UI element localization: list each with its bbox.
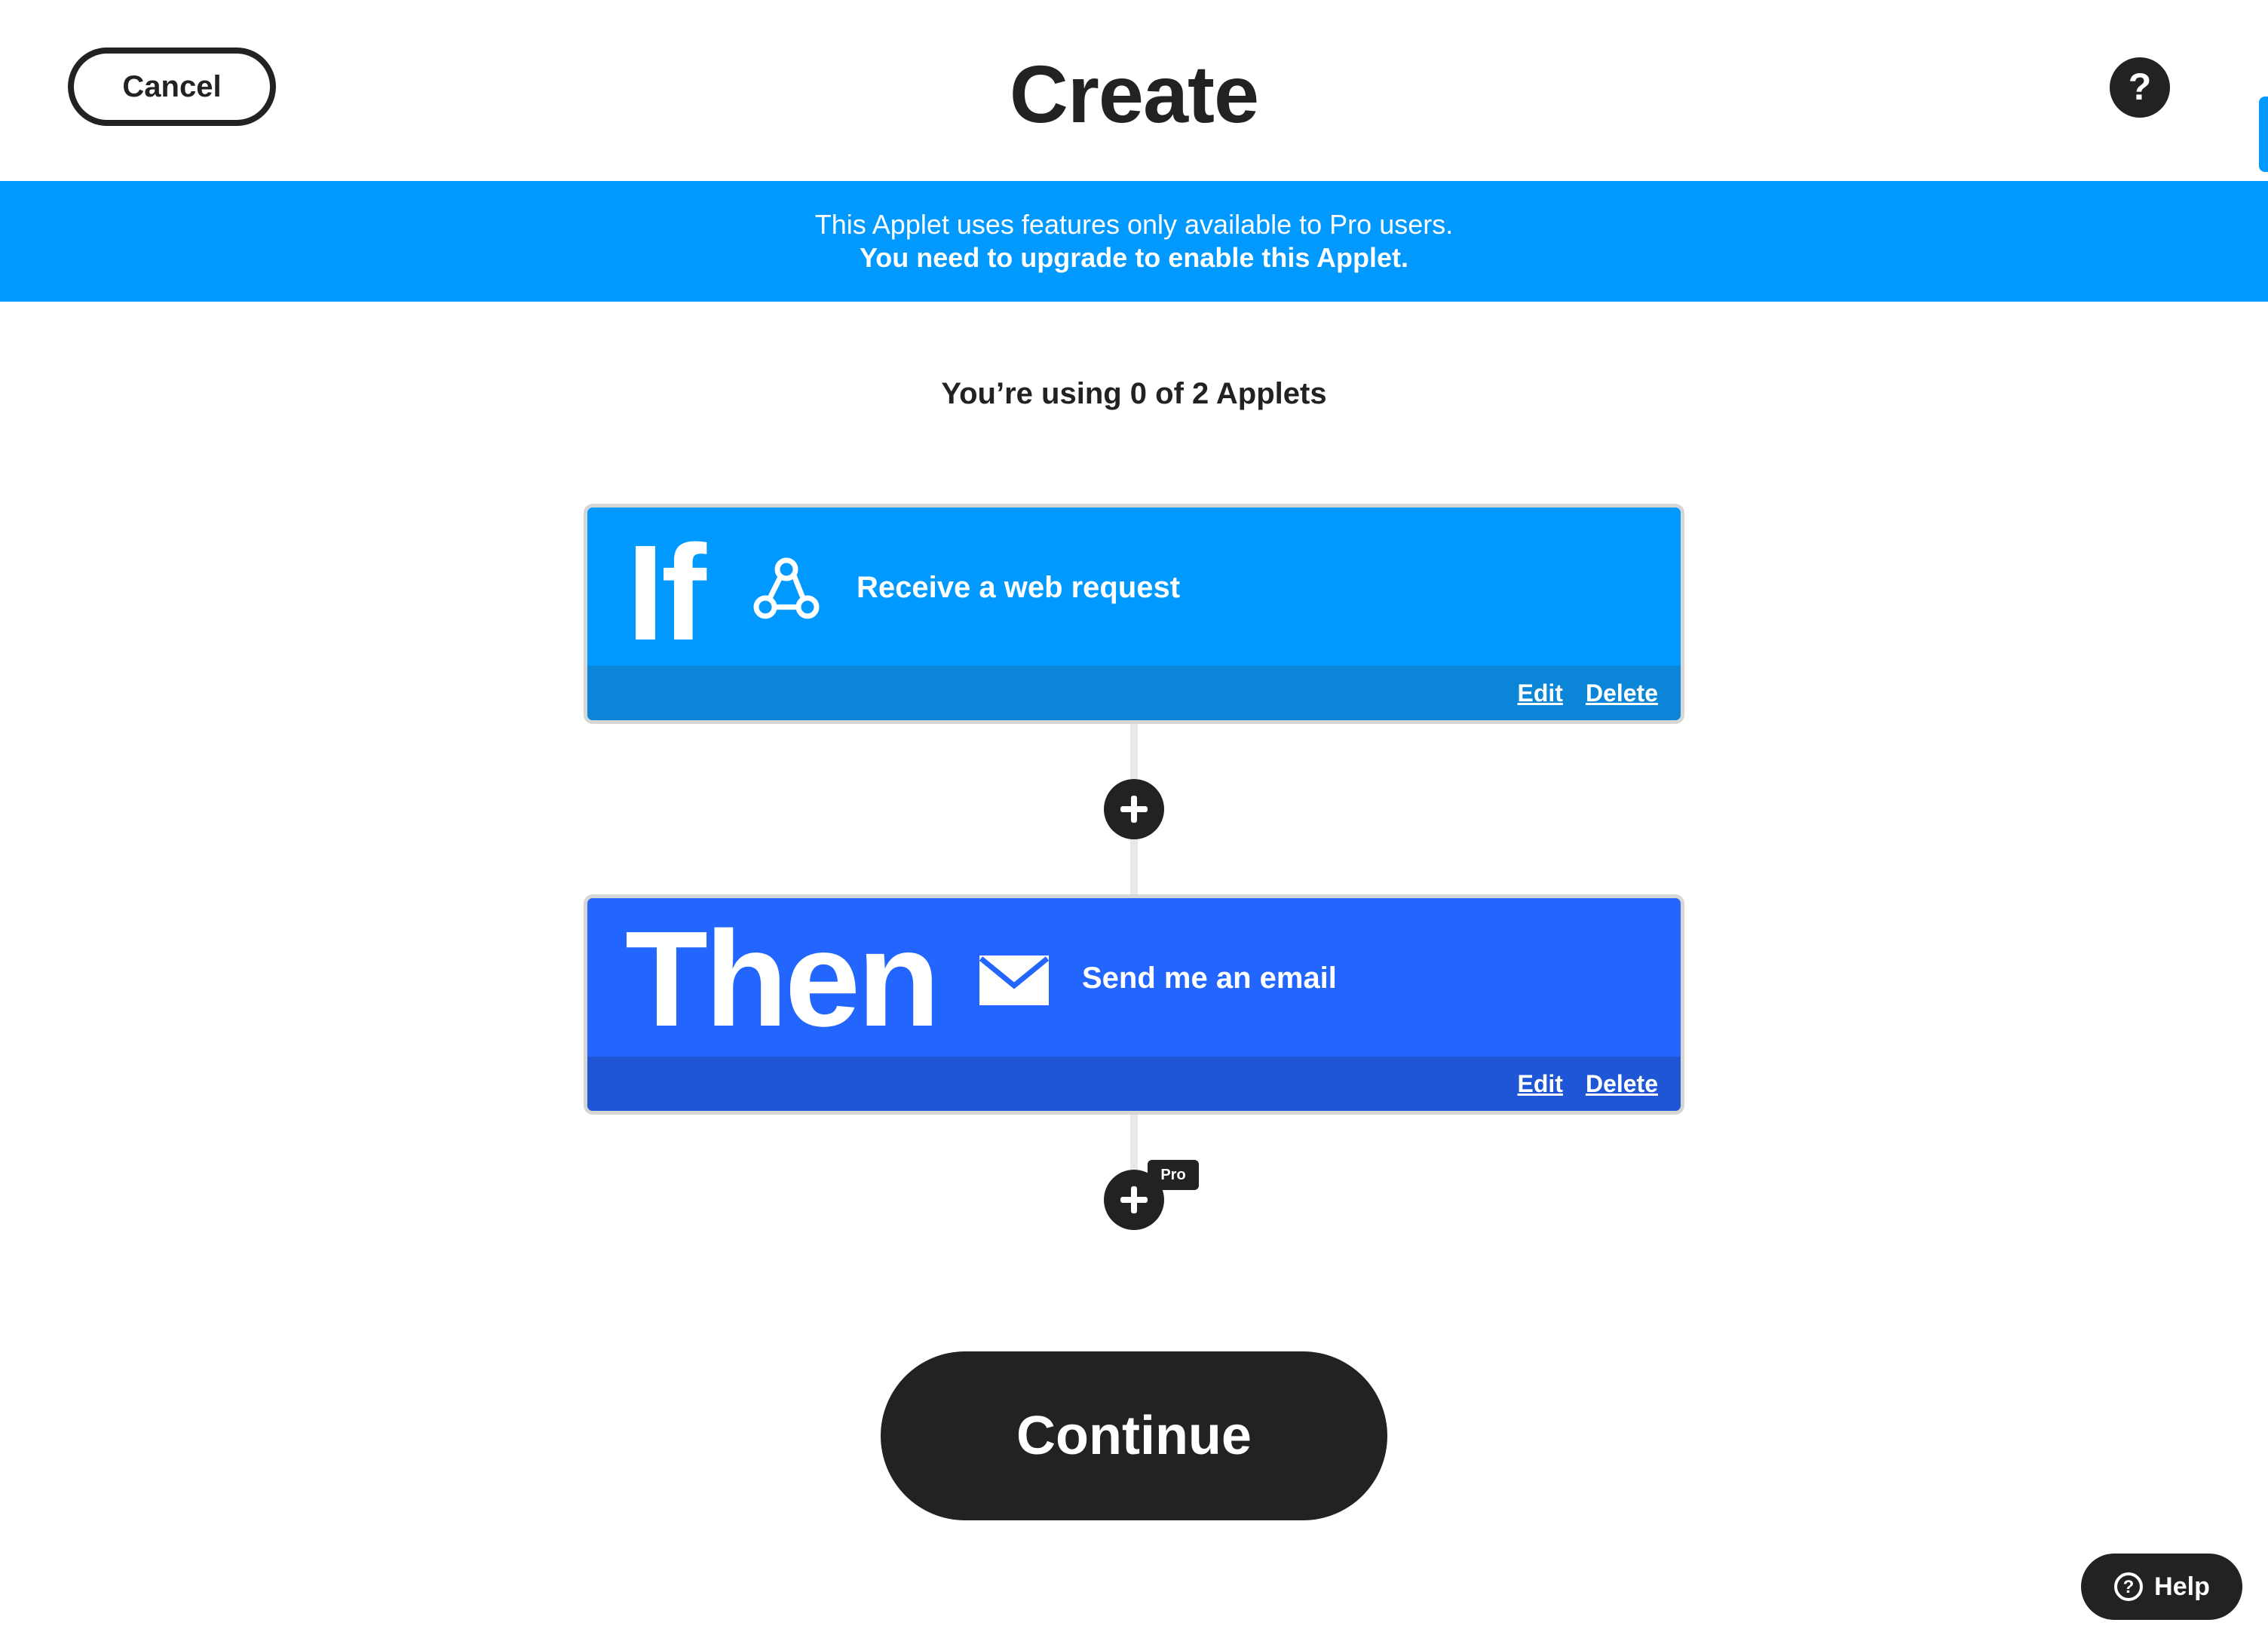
side-edge-tab[interactable]	[2259, 97, 2268, 172]
webhook-icon	[750, 554, 823, 627]
question-circle-icon: ?	[2114, 1572, 2144, 1601]
then-action-card[interactable]: Then Send me an email Edit Delete	[584, 894, 1684, 1115]
if-trigger-card[interactable]: If Receive a web request Edit Delete	[584, 504, 1684, 724]
pro-upgrade-banner: This Applet uses features only available…	[0, 181, 2268, 302]
svg-text:?: ?	[2129, 66, 2152, 108]
then-action-label: Send me an email	[1082, 962, 1337, 995]
plus-icon	[1120, 1186, 1148, 1213]
if-keyword: If	[627, 517, 706, 669]
page-title: Create	[1009, 48, 1259, 140]
if-trigger-label: Receive a web request	[857, 571, 1181, 604]
banner-line-1: This Applet uses features only available…	[814, 209, 1454, 240]
plus-icon	[1120, 796, 1148, 823]
then-keyword: Then	[625, 903, 940, 1055]
banner-line-2: You need to upgrade to enable this Apple…	[859, 242, 1409, 273]
if-edit-link[interactable]: Edit	[1518, 679, 1563, 707]
envelope-icon	[979, 955, 1050, 1005]
svg-text:?: ?	[2123, 1577, 2135, 1597]
continue-button[interactable]: Continue	[881, 1351, 1387, 1520]
if-delete-link[interactable]: Delete	[1586, 679, 1658, 707]
question-circle-icon[interactable]: ?	[2110, 57, 2170, 118]
then-edit-link[interactable]: Edit	[1518, 1070, 1563, 1098]
help-button[interactable]: ? Help	[2081, 1554, 2242, 1620]
then-delete-link[interactable]: Delete	[1586, 1070, 1658, 1098]
applet-usage-text: You’re using 0 of 2 Applets	[941, 377, 1327, 410]
pro-badge: Pro	[1148, 1160, 1199, 1190]
add-action-button[interactable]	[1104, 779, 1164, 839]
help-label: Help	[2154, 1572, 2210, 1601]
connector-line	[1130, 1115, 1138, 1175]
